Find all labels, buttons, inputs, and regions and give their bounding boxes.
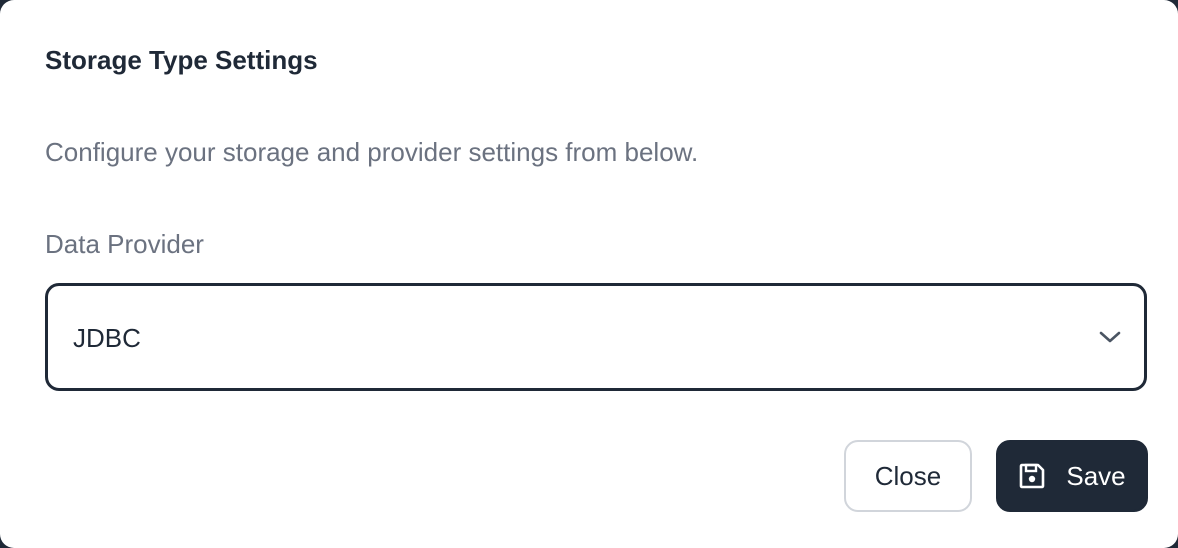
floppy-disk-icon: [1020, 463, 1045, 489]
close-button-label: Close: [874, 460, 942, 491]
save-button-label: Save: [1066, 460, 1126, 491]
data-provider-label: Data Provider: [45, 229, 204, 259]
dialog-title: Storage Type Settings: [45, 45, 318, 75]
data-provider-select[interactable]: JDBC: [45, 283, 1147, 391]
chevron-down-icon: [1099, 331, 1121, 343]
save-button[interactable]: Save: [996, 440, 1148, 512]
dialog-description: Configure your storage and provider sett…: [45, 137, 699, 167]
close-button[interactable]: Close: [844, 440, 972, 512]
storage-settings-dialog: Storage Type Settings Configure your sto…: [0, 0, 1178, 548]
data-provider-selected-value: JDBC: [73, 323, 141, 353]
